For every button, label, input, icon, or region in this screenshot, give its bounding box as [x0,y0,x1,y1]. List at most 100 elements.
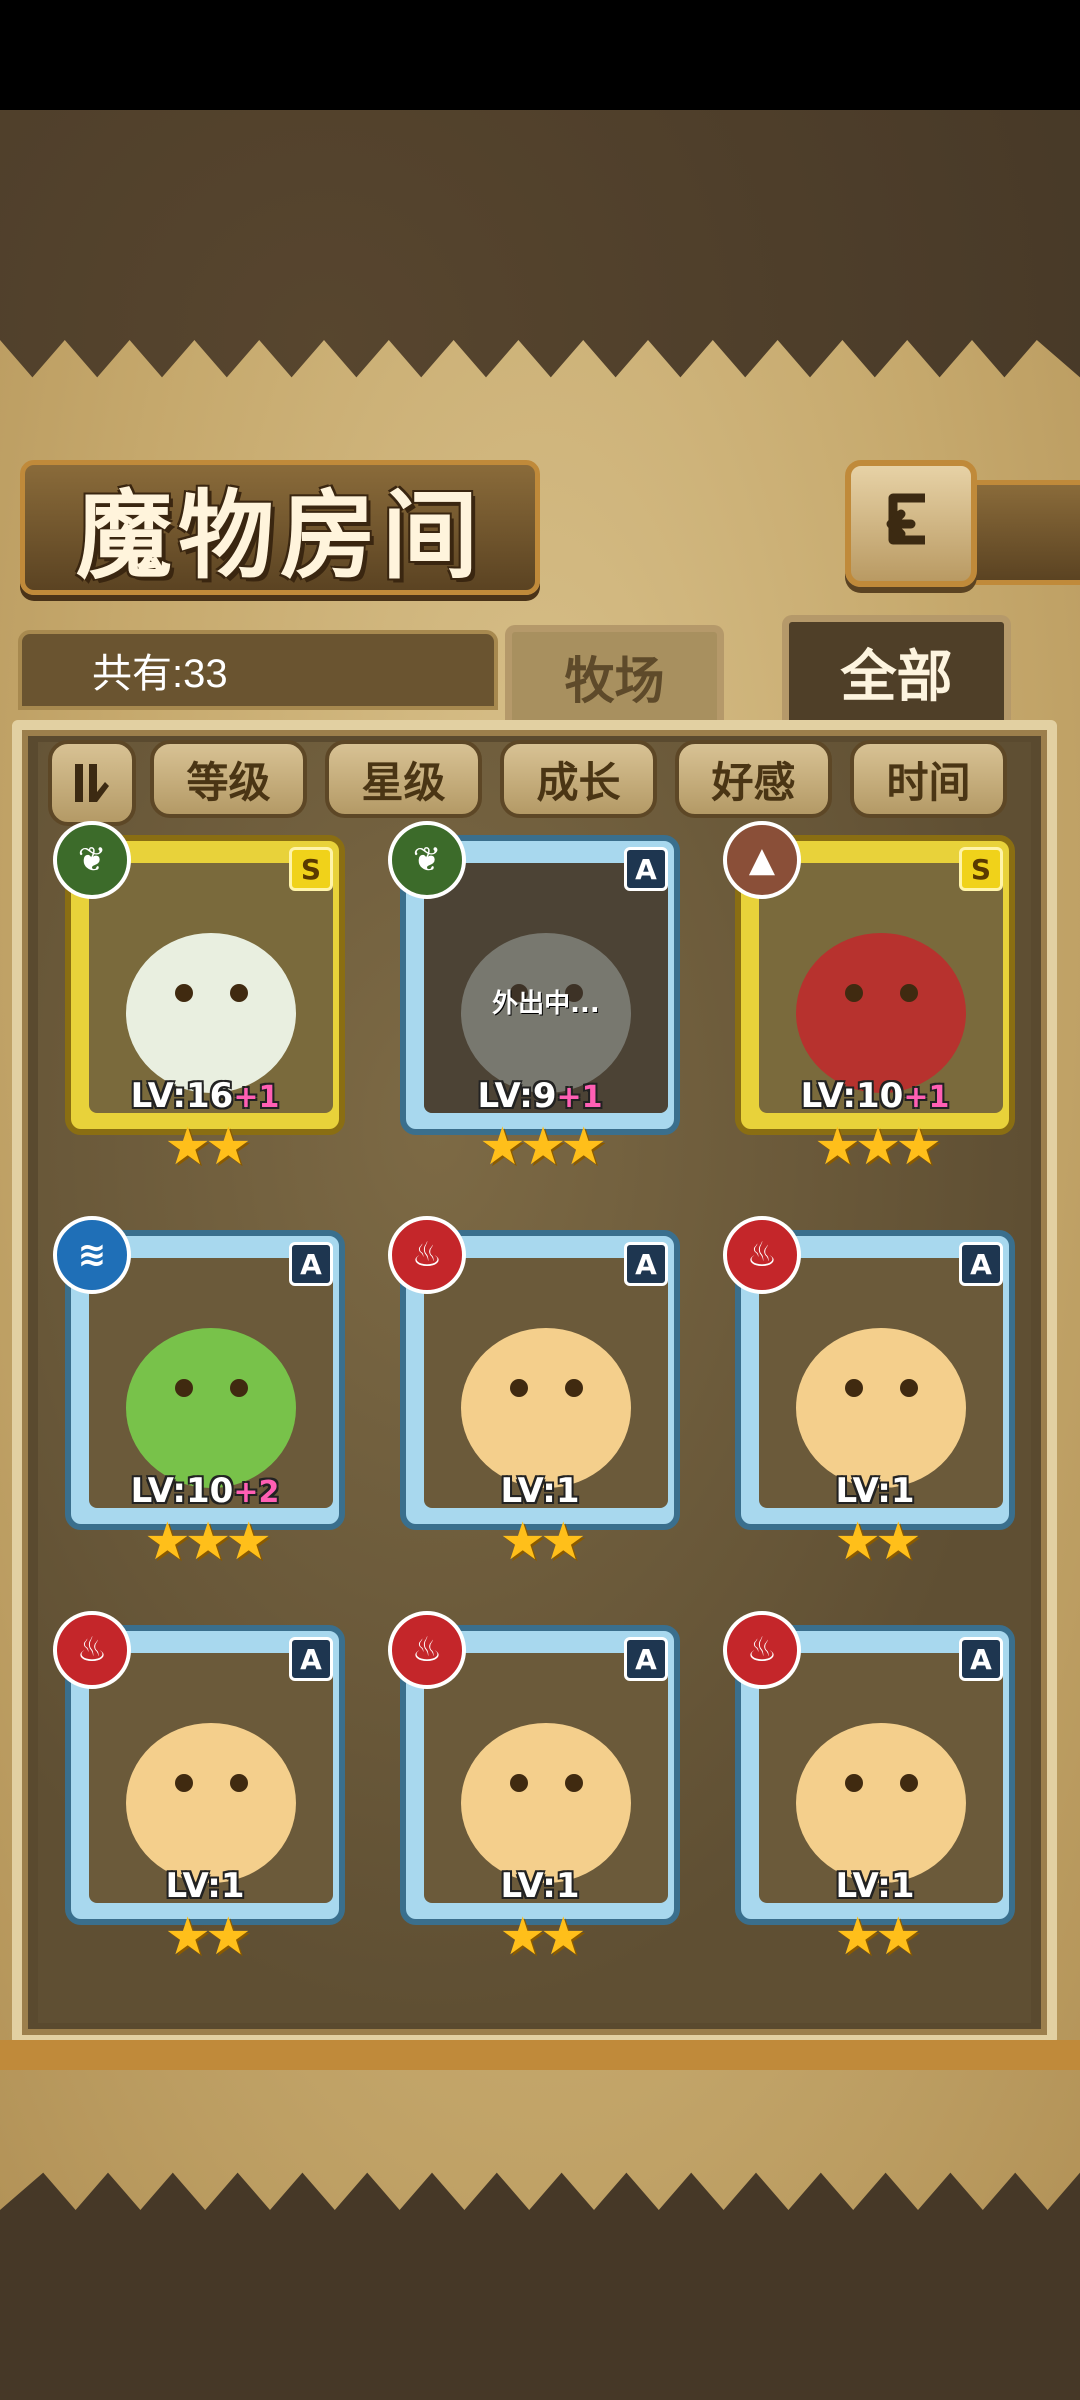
level-value: LV:1 [165,1866,245,1906]
water-element-icon: ≋ [53,1216,131,1294]
star-rating: ★★★ [65,1512,345,1572]
fire-element-icon: ♨ [723,1611,801,1689]
title-plate: 魔物房间 [20,460,540,595]
star-rating: ★★ [735,1907,1015,1967]
star-rating: ★★ [735,1512,1015,1572]
star-rating: ★★★ [735,1117,1015,1177]
monster-card[interactable]: A LV:1 ♨ ★★ [723,1611,1015,1967]
away-status-label: 外出中... [492,989,600,1019]
fire-element-icon: ♨ [388,1216,466,1294]
header-rail [970,480,1080,585]
sort-by-level-button[interactable]: 等级 [150,740,307,818]
monster-card[interactable]: A LV:1 ♨ ★★ [388,1216,680,1572]
level-bonus: +1 [903,1080,950,1115]
sort-by-time-button[interactable]: 时间 [850,740,1007,818]
star-icon: ★ [164,1117,211,1177]
rank-badge: A [624,1242,668,1286]
rank-badge: A [959,1242,1003,1286]
rank-badge: A [624,1637,668,1681]
level-value: LV:1 [500,1866,580,1906]
monster-card[interactable]: A LV:1 ♨ ★★ [53,1611,345,1967]
star-rating: ★★ [400,1512,680,1572]
back-button[interactable] [845,460,977,587]
star-icon: ★ [205,1117,252,1177]
return-arrow-icon [886,493,925,544]
tab-ranch-label: 牧场 [564,651,665,710]
level-bonus: +2 [233,1475,280,1510]
monster-card[interactable]: A LV:1 ♨ ★★ [388,1611,680,1967]
level-label: LV:1 [71,1866,339,1906]
level-value: LV:10 [130,1471,234,1511]
star-icon: ★ [540,1907,587,1967]
tab-all-label: 全部 [840,643,953,710]
sort-order-icon [75,764,109,802]
level-label: LV:1 [406,1866,674,1906]
monster-card[interactable]: A LV:1 ♨ ★★ [723,1216,1015,1572]
star-icon: ★ [834,1512,881,1572]
star-icon: ★ [519,1117,567,1177]
rank-badge: A [289,1242,333,1286]
tab-ranch[interactable]: 牧场 [505,625,724,722]
level-value: LV:1 [835,1471,915,1511]
tab-all[interactable]: 全部 [782,615,1011,722]
leaf-element-icon: ❦ [388,821,466,899]
rank-badge: A [959,1637,1003,1681]
level-label: LV:10+2 [71,1471,339,1511]
rank-badge: A [624,847,668,891]
page-title: 魔物房间 [76,479,484,592]
level-label: LV:1 [741,1471,1009,1511]
level-label: LV:1 [406,1471,674,1511]
level-bonus: +1 [556,1080,603,1115]
star-icon: ★ [854,1117,902,1177]
monster-card[interactable]: A LV:10+2 ≋ ★★★ [53,1216,345,1572]
star-icon: ★ [144,1512,191,1572]
fire-element-icon: ♨ [723,1216,801,1294]
star-icon: ★ [540,1512,587,1572]
fire-element-icon: ♨ [53,1611,131,1689]
level-value: LV:1 [835,1866,915,1906]
star-icon: ★ [205,1907,252,1967]
level-value: LV:1 [500,1471,580,1511]
sort-by-affection-button[interactable]: 好感 [675,740,832,818]
level-label: LV:16+1 [71,1076,339,1116]
sort-by-growth-button[interactable]: 成长 [500,740,657,818]
sort-order-toggle[interactable] [48,740,136,826]
monster-count: 共有:33 [92,652,228,696]
star-icon: ★ [499,1907,546,1967]
level-label: LV:1 [741,1866,1009,1906]
level-label: LV:9+1 [406,1076,674,1116]
panel-bottom-rail [0,2040,1080,2070]
fire-element-icon: ♨ [388,1611,466,1689]
rank-badge: A [289,1637,333,1681]
rank-badge: S [959,847,1003,891]
monster-card[interactable]: S LV:10+1 ▲ ★★★ [723,821,1015,1177]
star-icon: ★ [479,1117,526,1177]
star-icon: ★ [164,1907,211,1967]
rank-badge: S [289,847,333,891]
star-icon: ★ [560,1117,607,1177]
level-label: LV:10+1 [741,1076,1009,1116]
level-value: LV:9 [477,1076,557,1116]
monster-card[interactable]: 外出中... A LV:9+1 ❦ ★★★ [388,821,680,1177]
star-icon: ★ [225,1512,272,1572]
status-bar [0,0,1080,110]
leaf-element-icon: ❦ [53,821,131,899]
earth-element-icon: ▲ [723,821,801,899]
level-bonus: +1 [233,1080,280,1115]
level-value: LV:16 [130,1076,234,1116]
star-icon: ★ [895,1117,942,1177]
star-icon: ★ [814,1117,861,1177]
monster-card[interactable]: S LV:16+1 ❦ ★★ [53,821,345,1177]
star-icon: ★ [875,1907,922,1967]
star-rating: ★★ [65,1117,345,1177]
star-icon: ★ [184,1512,232,1572]
star-rating: ★★ [65,1907,345,1967]
star-rating: ★★★ [400,1117,680,1177]
sort-by-stars-button[interactable]: 星级 [325,740,482,818]
star-icon: ★ [875,1512,922,1572]
star-rating: ★★ [400,1907,680,1967]
star-icon: ★ [834,1907,881,1967]
star-icon: ★ [499,1512,546,1572]
monster-count-bar: 共有:33 [18,630,498,710]
level-value: LV:10 [800,1076,904,1116]
